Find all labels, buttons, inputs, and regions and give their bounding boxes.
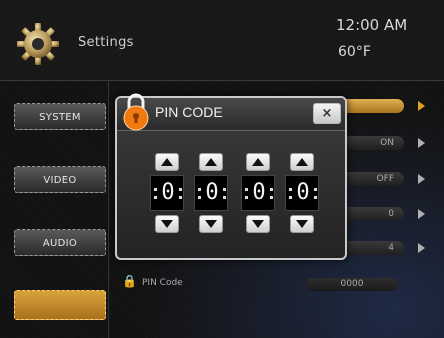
digit-column-4: 0 <box>285 153 319 237</box>
temperature-readout: 60°F <box>338 44 371 60</box>
sidebar-item-security[interactable] <box>14 290 106 320</box>
arrow-up-icon <box>296 158 308 166</box>
digit-value: 0 <box>252 180 266 205</box>
sidebar-item-system[interactable]: SYSTEM <box>14 103 106 130</box>
arrow-right-icon[interactable] <box>418 174 425 184</box>
sidebar-item-audio[interactable]: AUDIO <box>14 229 106 256</box>
digit-display: 0 <box>241 175 275 211</box>
arrow-down-icon <box>252 220 264 228</box>
arrow-right-icon[interactable] <box>418 101 425 111</box>
pin-code-value[interactable]: 0000 <box>306 278 398 291</box>
digit-display: 0 <box>285 175 319 211</box>
digit-column-2: 0 <box>194 153 228 237</box>
padlock-icon <box>123 93 149 131</box>
arrow-down-icon <box>205 220 217 228</box>
digit-column-3: 0 <box>241 153 275 237</box>
sidebar-item-video[interactable]: VIDEO <box>14 166 106 193</box>
arrow-right-icon[interactable] <box>418 138 425 148</box>
digit-down-button[interactable] <box>199 215 223 233</box>
clock-time: 12:00 AM <box>336 16 408 34</box>
digit-down-button[interactable] <box>246 215 270 233</box>
digit-up-button[interactable] <box>246 153 270 171</box>
digit-value: 0 <box>296 180 310 205</box>
close-button[interactable]: × <box>313 103 341 124</box>
arrow-up-icon <box>205 158 217 166</box>
digit-up-button[interactable] <box>199 153 223 171</box>
dialog-header: PIN CODE × <box>117 98 345 131</box>
digit-display: 0 <box>194 175 228 211</box>
arrow-down-icon <box>161 220 173 228</box>
digit-value: 0 <box>161 180 175 205</box>
page-title: Settings <box>78 35 134 50</box>
arrow-right-icon[interactable] <box>418 209 425 219</box>
lock-icon: 🔒 <box>122 274 137 288</box>
arrow-right-icon[interactable] <box>418 243 425 253</box>
digit-up-button[interactable] <box>155 153 179 171</box>
arrow-down-icon <box>296 220 308 228</box>
arrow-up-icon <box>161 158 173 166</box>
digit-down-button[interactable] <box>155 215 179 233</box>
header-bar: Settings 12:00 AM 60°F <box>0 0 444 81</box>
arrow-up-icon <box>252 158 264 166</box>
digit-column-1: 0 <box>150 153 184 237</box>
digit-display: 0 <box>150 175 184 211</box>
gear-icon <box>17 23 59 65</box>
digit-value: 0 <box>205 180 219 205</box>
pin-code-dialog: PIN CODE × 0 0 0 0 <box>115 93 347 260</box>
dialog-title: PIN CODE <box>155 104 223 120</box>
pin-code-label: PIN Code <box>142 278 183 288</box>
digit-up-button[interactable] <box>290 153 314 171</box>
settings-screen: Settings 12:00 AM 60°F SYSTEM VIDEO AUDI… <box>0 0 444 338</box>
digit-down-button[interactable] <box>290 215 314 233</box>
